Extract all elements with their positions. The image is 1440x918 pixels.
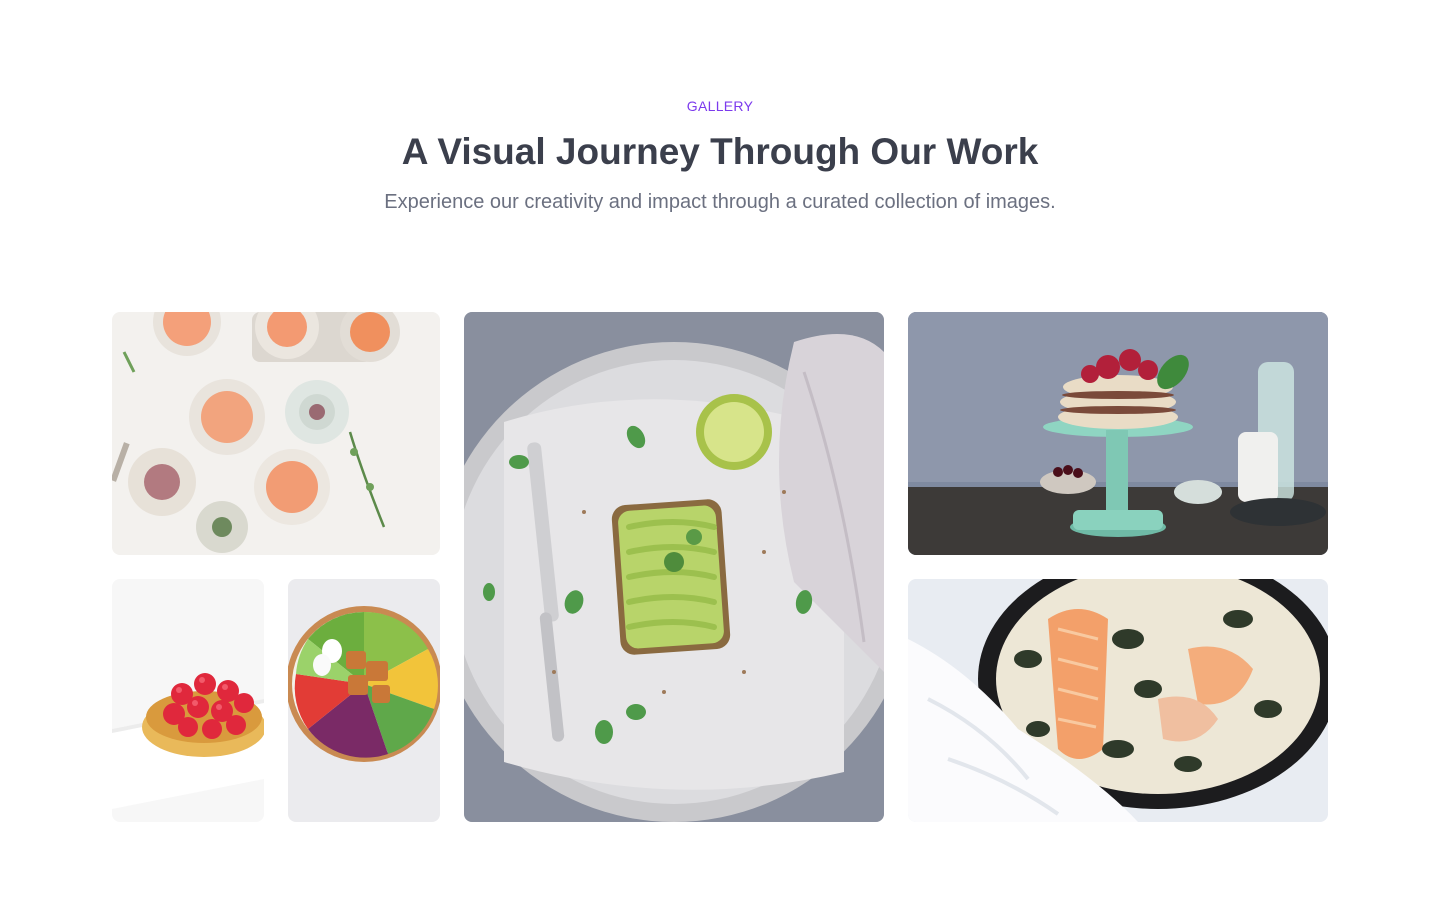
gallery-image-salad-bowl[interactable] [288, 579, 440, 822]
section-eyebrow: GALLERY [686, 98, 754, 114]
gallery-image-salmon-skillet[interactable] [908, 579, 1328, 822]
gallery-image-raspberry-tart[interactable] [112, 579, 264, 822]
food-photo-icon [288, 579, 440, 822]
gallery-image-grapefruit-dishes[interactable] [112, 312, 440, 555]
food-photo-icon [112, 312, 440, 555]
gallery-image-cherry-cake[interactable] [908, 312, 1328, 555]
gallery-image-avocado-toast[interactable] [464, 312, 884, 822]
food-photo-icon [908, 579, 1328, 822]
food-photo-icon [112, 579, 264, 822]
food-photo-icon [464, 312, 884, 822]
section-subtitle: Experience our creativity and impact thr… [384, 191, 1056, 213]
food-photo-icon [908, 312, 1328, 555]
section-title: A Visual Journey Through Our Work [401, 131, 1039, 172]
